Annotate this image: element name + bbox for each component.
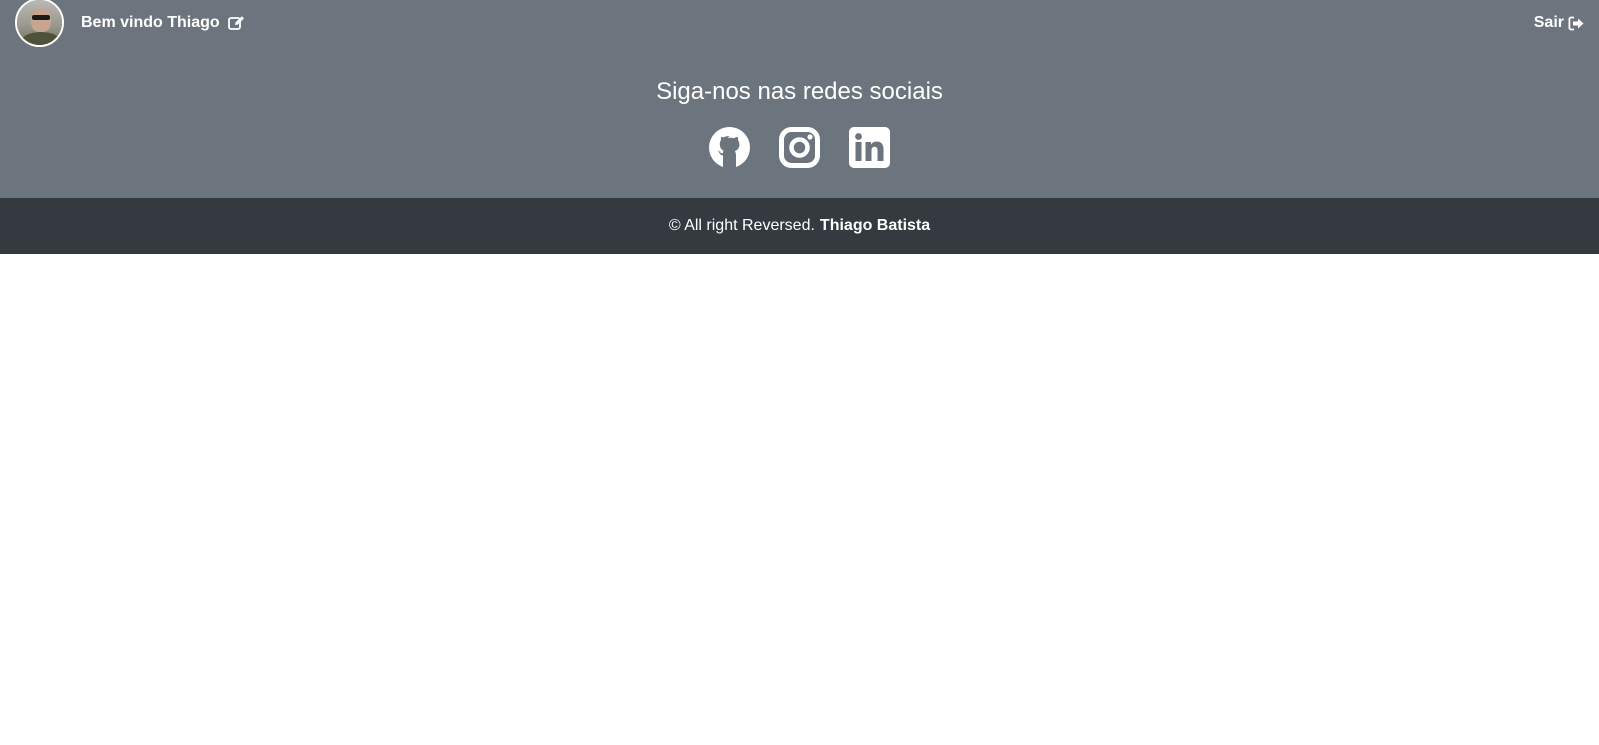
header-section: Bem vindo Thiago Sair Siga-nos nas redes… xyxy=(0,0,1599,198)
welcome-message: Bem vindo Thiago xyxy=(81,12,245,34)
linkedin-icon xyxy=(849,127,890,168)
welcome-text: Bem vindo Thiago xyxy=(81,14,220,31)
github-icon xyxy=(709,127,750,168)
author-name: Thiago Batista xyxy=(819,217,931,234)
avatar[interactable] xyxy=(15,0,64,47)
github-link[interactable] xyxy=(709,127,750,168)
edit-icon[interactable] xyxy=(227,15,245,31)
copyright-text: © All right Reversed. xyxy=(668,217,815,234)
linkedin-link[interactable] xyxy=(849,127,890,168)
logout-button[interactable]: Sair xyxy=(1534,12,1584,34)
logout-label: Sair xyxy=(1533,14,1564,31)
social-links xyxy=(0,127,1599,168)
instagram-link[interactable] xyxy=(779,127,820,168)
social-title: Siga-nos nas redes sociais xyxy=(656,78,943,105)
footer: © All right Reversed. Thiago Batista xyxy=(0,198,1599,254)
sign-out-icon xyxy=(1568,16,1584,31)
instagram-icon xyxy=(779,127,820,168)
